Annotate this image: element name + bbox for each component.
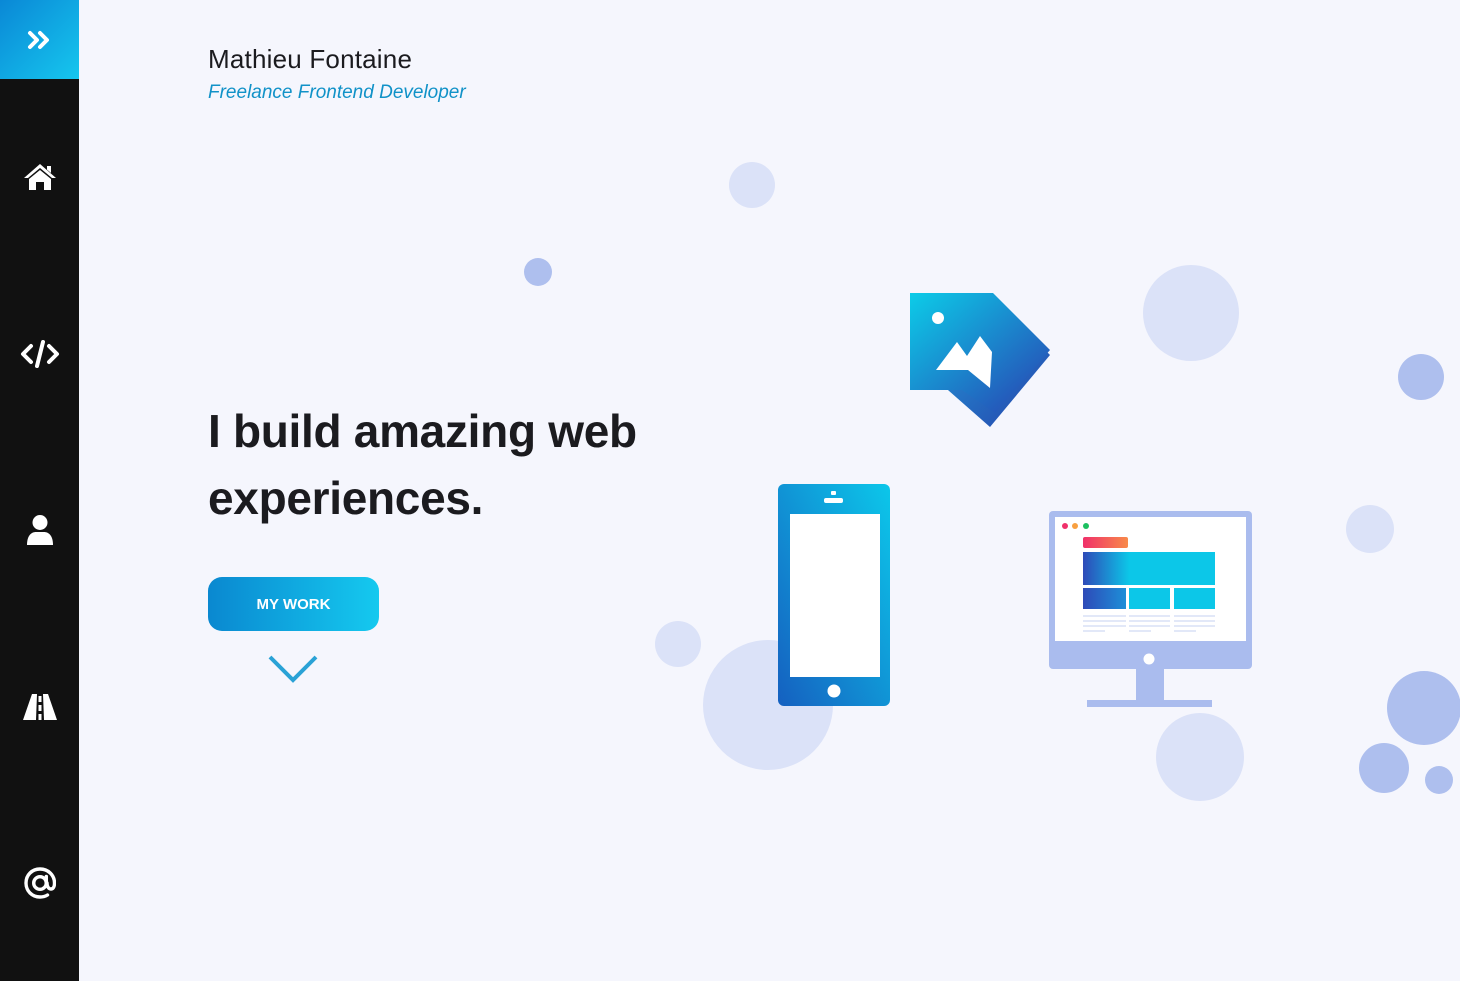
nav-item-journey[interactable] xyxy=(0,677,79,737)
site-owner-role: Freelance Frontend Developer xyxy=(208,82,466,103)
nav-item-code[interactable] xyxy=(0,324,79,384)
user-icon xyxy=(26,515,53,545)
home-icon xyxy=(23,164,56,190)
sidebar-toggle-button[interactable] xyxy=(0,0,79,79)
road-icon xyxy=(22,694,57,720)
sidebar xyxy=(0,0,79,981)
site-owner-name: Mathieu Fontaine xyxy=(208,44,413,74)
nav-item-about[interactable] xyxy=(0,500,79,560)
desktop-monitor-icon xyxy=(1049,511,1252,707)
phone-device-icon xyxy=(778,484,890,706)
nav-item-home[interactable] xyxy=(0,147,79,207)
scroll-down-button[interactable] xyxy=(266,652,320,686)
page: Mathieu Fontaine Freelance Frontend Deve… xyxy=(0,0,1460,981)
chevron-down-icon xyxy=(268,655,318,683)
my-work-button[interactable]: MY WORK xyxy=(208,577,379,631)
double-chevron-right-icon xyxy=(27,30,49,49)
hero-headline: I build amazing web experiences. xyxy=(208,405,637,524)
at-icon xyxy=(23,867,56,899)
image-tag-icon xyxy=(910,293,1050,427)
code-icon xyxy=(20,340,59,368)
nav-item-contact[interactable] xyxy=(0,853,79,913)
